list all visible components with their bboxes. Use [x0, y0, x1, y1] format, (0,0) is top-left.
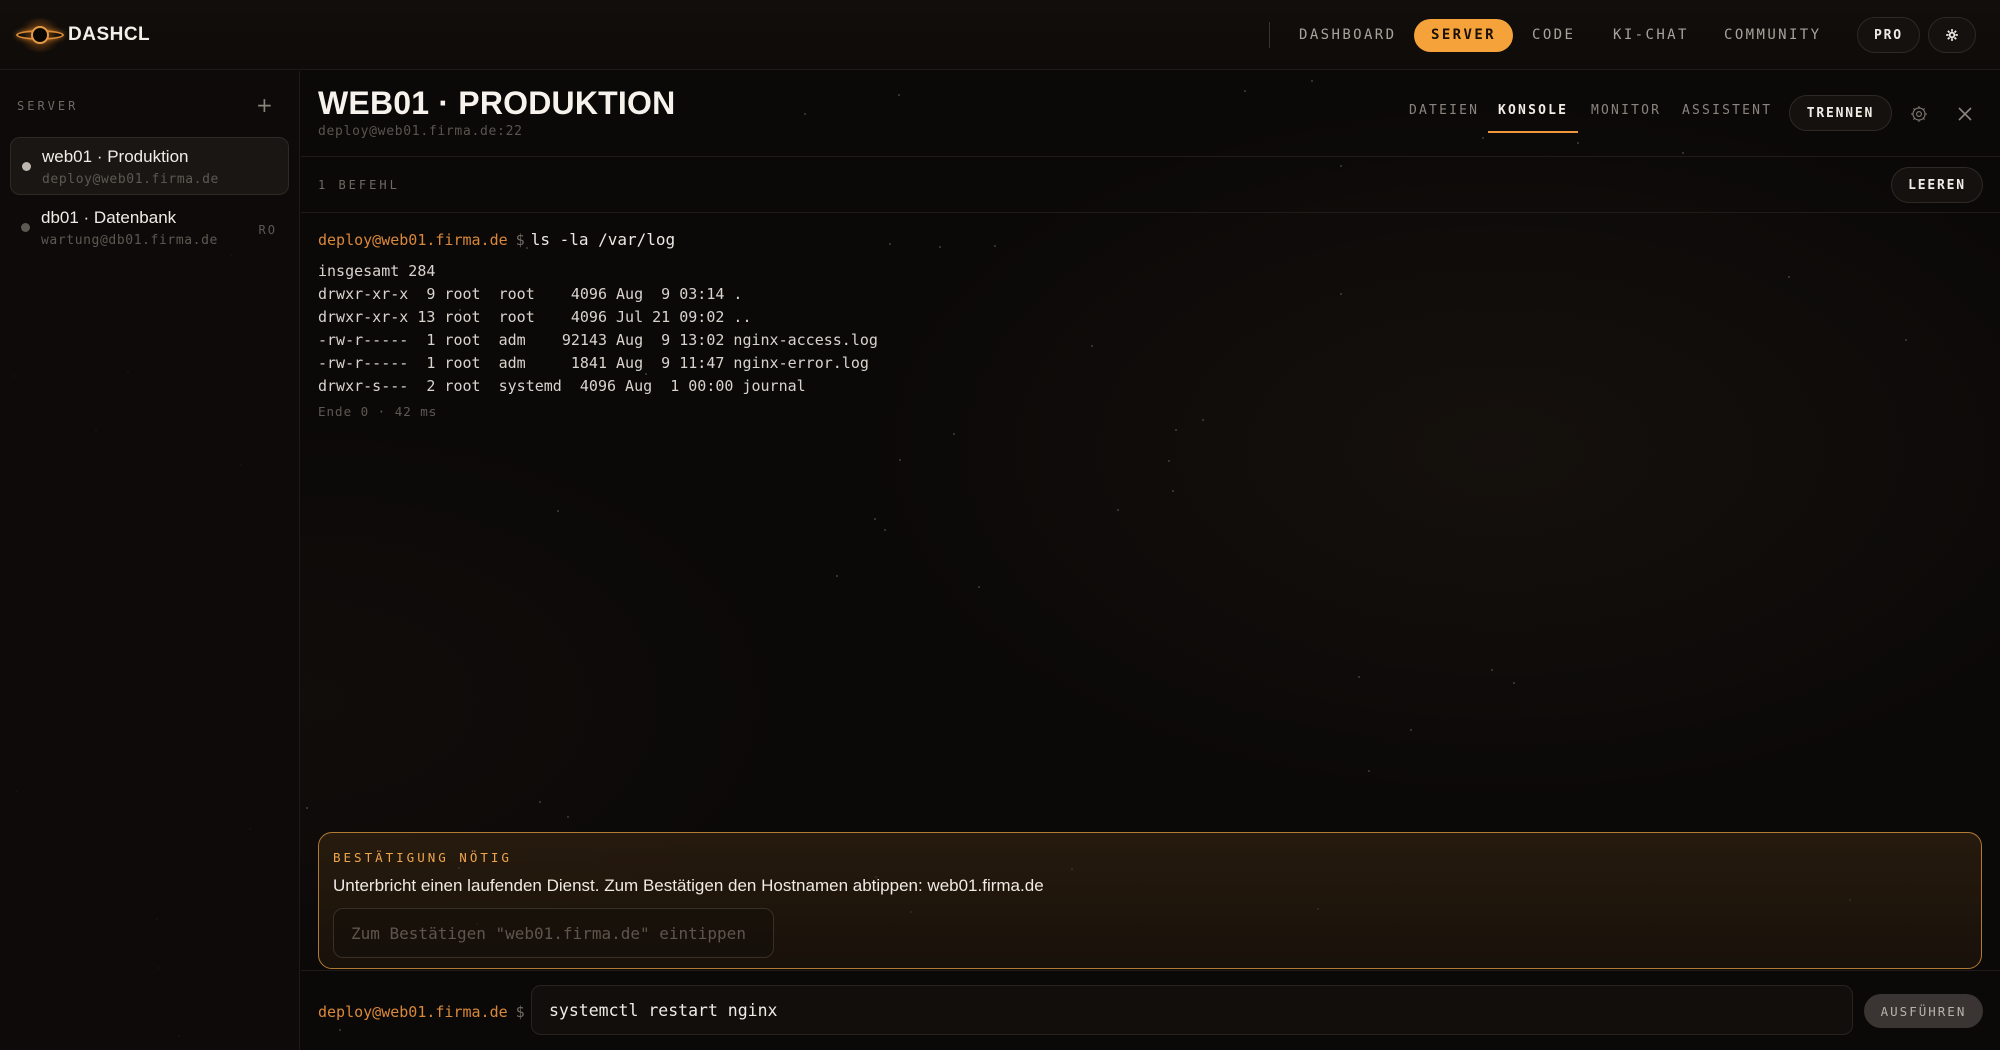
run-button[interactable]: AUSFÜHREN	[1864, 994, 1983, 1028]
exit-status: Ende 0 · 42 ms	[318, 404, 438, 419]
star-dot	[874, 518, 876, 520]
server-name: web01 · Produktion	[42, 147, 189, 166]
server-address: wartung@db01.firma.de	[41, 233, 218, 248]
app-logo[interactable]: DASHCL	[14, 16, 150, 54]
add-server-button[interactable]: +	[256, 93, 273, 117]
server-settings-button[interactable]	[1905, 100, 1933, 128]
output-line: drwxr-xr-x 9 root root 4096 Aug 9 03:14 …	[318, 285, 743, 303]
prompt-host: deploy@web01.firma.de	[318, 1003, 508, 1021]
star-dot	[836, 575, 838, 577]
input-prompt: deploy@web01.firma.de $	[318, 1003, 531, 1021]
star-dot	[1168, 460, 1170, 462]
disconnect-button[interactable]: TRENNEN	[1789, 95, 1892, 131]
app-name: DASHCL	[68, 24, 151, 45]
status-dot-icon	[22, 162, 31, 171]
confirmation-message: Unterbricht einen laufenden Dienst. Zum …	[333, 876, 1044, 895]
prompt-symbol: $	[515, 1003, 525, 1021]
tab-monitor[interactable]: MONITOR	[1591, 103, 1661, 133]
readonly-badge: RO	[258, 223, 277, 237]
tab-konsole[interactable]: KONSOLE	[1488, 103, 1579, 133]
star-dot	[557, 510, 559, 512]
command-text: ls -la /var/log	[530, 230, 676, 249]
close-icon	[1958, 107, 1972, 121]
star-dot	[1368, 770, 1370, 772]
confirmation-panel: BESTÄTIGUNG NÖTIG Unterbricht einen lauf…	[318, 832, 1982, 969]
command-output: insgesamt 284 drwxr-xr-x 9 root root 409…	[318, 260, 1968, 398]
nav-divider	[1269, 22, 1270, 48]
sidebar-item-db01[interactable]: db01 · Datenbank wartung@db01.firma.de R…	[10, 199, 289, 257]
clear-button[interactable]: LEEREN	[1891, 167, 1983, 203]
star-dot	[884, 529, 886, 531]
star-dot	[1202, 419, 1204, 421]
nav-code[interactable]: CODE	[1532, 19, 1575, 52]
top-nav: DASHCL DASHBOARD SERVER CODE KI-CHAT COM…	[0, 0, 2000, 70]
tab-assistent[interactable]: ASSISTENT	[1682, 103, 1772, 133]
server-header: WEB01 · PRODUKTION deploy@web01.firma.de…	[301, 71, 2000, 157]
star-dot	[1513, 682, 1515, 684]
confirmation-title: BESTÄTIGUNG NÖTIG	[333, 850, 512, 865]
hostname-confirm-input[interactable]	[333, 908, 774, 958]
tab-dateien[interactable]: DATEIEN	[1409, 103, 1479, 133]
star-dot	[1358, 676, 1360, 678]
star-dot	[1491, 669, 1493, 671]
star-dot	[1172, 490, 1174, 492]
sidebar-heading: SERVER	[17, 99, 79, 113]
output-line: drwxr-s--- 2 root systemd 4096 Aug 1 00:…	[318, 377, 806, 395]
star-dot	[539, 801, 541, 803]
server-name: db01 · Datenbank	[41, 208, 177, 227]
prompt-host: deploy@web01.firma.de	[318, 231, 508, 249]
output-line: -rw-r----- 1 root adm 1841 Aug 9 11:47 n…	[318, 354, 869, 372]
server-address: deploy@web01.firma.de	[42, 172, 219, 187]
star-dot	[1410, 729, 1412, 731]
gear-icon	[1946, 29, 1958, 41]
logo-icon	[14, 16, 66, 54]
command-entry: deploy@web01.firma.de $ ls -la /var/log	[318, 228, 1968, 252]
star-dot	[567, 816, 569, 818]
server-sidebar: SERVER + web01 · Produktion deploy@web01…	[0, 71, 300, 1050]
close-button[interactable]	[1951, 100, 1979, 128]
nav-server[interactable]: SERVER	[1414, 19, 1513, 52]
page-title: WEB01 · PRODUKTION	[318, 85, 676, 121]
command-input-bar: deploy@web01.firma.de $ AUSFÜHREN	[301, 970, 2000, 1050]
command-input[interactable]	[531, 985, 1853, 1035]
star-dot	[1117, 509, 1119, 511]
command-count: 1 BEFEHL	[318, 178, 400, 192]
pro-button[interactable]: PRO	[1857, 17, 1920, 53]
gear-icon	[1911, 106, 1927, 122]
console-output: deploy@web01.firma.de $ ls -la /var/log in…	[318, 228, 1968, 419]
star-dot	[1175, 429, 1177, 431]
prompt-symbol: $	[515, 231, 525, 249]
output-line: drwxr-xr-x 13 root root 4096 Jul 21 09:0…	[318, 308, 752, 326]
nav-ki-chat[interactable]: KI-CHAT	[1613, 19, 1689, 52]
star-dot	[306, 807, 308, 809]
connection-address: deploy@web01.firma.de:22	[318, 124, 523, 139]
nav-community[interactable]: COMMUNITY	[1724, 19, 1821, 52]
star-dot	[978, 586, 980, 588]
settings-button[interactable]	[1928, 17, 1976, 53]
output-line: insgesamt 284	[318, 262, 436, 280]
status-dot-icon	[21, 223, 30, 232]
output-line: -rw-r----- 1 root adm 92143 Aug 9 13:02 …	[318, 331, 878, 349]
nav-dashboard[interactable]: DASHBOARD	[1299, 19, 1396, 52]
sidebar-item-web01[interactable]: web01 · Produktion deploy@web01.firma.de	[10, 137, 289, 195]
star-dot	[953, 433, 955, 435]
console-toolbar: 1 BEFEHL LEEREN	[301, 157, 2000, 213]
star-dot	[899, 459, 901, 461]
